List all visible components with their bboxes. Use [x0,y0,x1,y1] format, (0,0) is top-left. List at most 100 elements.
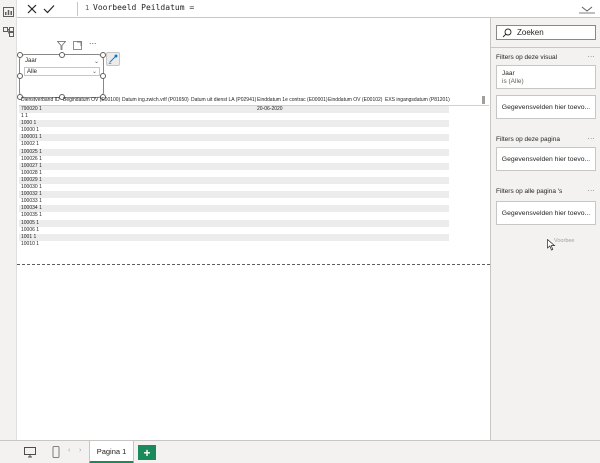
cell-dienstverband-id: 100025 1 [21,148,42,155]
chevron-down-icon[interactable]: ⌄ [94,58,99,65]
year-slicer[interactable]: Jaar ⌄ Alle ⌄ [17,52,106,100]
table-header: Dienstverband ID Begindatum OV (E00100) … [19,96,489,106]
commit-formula-icon[interactable] [42,2,56,16]
add-fields-visual[interactable]: Gegevensvelden hier toevo... [496,95,596,119]
filter-field-name: Jaar [502,70,515,77]
table-row[interactable]: 10005 1 [19,219,449,227]
cell-dienstverband-id: 100001 1 [21,134,42,141]
resize-handle[interactable] [17,52,23,58]
slicer-selected-value: Alle [27,69,38,75]
next-page-icon[interactable]: › [79,447,81,454]
resize-handle[interactable] [100,73,106,79]
section-title-page: Filters op deze pagina [496,136,560,143]
cell-dienstverband-id: 100029 1 [21,176,42,183]
visual-header: ... [57,36,107,50]
more-options-icon[interactable]: ... [89,36,97,46]
chevron-down-icon: ⌄ [91,69,97,75]
column-header[interactable]: Einddatum 1e contrac (E00001) [257,97,328,103]
report-view-icon[interactable] [3,7,14,17]
add-fields-label: Gegevensvelden hier toevo... [501,155,591,163]
cell-dienstverband-id: 10005 1 [21,219,40,226]
column-header[interactable]: Begindatum OV (E00100) [63,97,120,103]
filter-search-input[interactable]: Zoeken [496,25,596,40]
table-row[interactable]: 100033 1 [19,198,449,205]
table-body: 790020 1 20-06-2020 1 1 1000 1 10000 1 100001… [19,106,449,248]
resize-handle[interactable] [17,73,23,79]
add-fields-label: Gegevensvelden hier toevo... [501,209,591,217]
report-canvas[interactable]: ... Jaar ⌄ Alle ⌄ Dienstverband ID Begin… [17,18,490,440]
table-row[interactable]: 1001 1 [19,233,449,241]
search-icon [502,28,512,38]
table-row[interactable]: 790020 1 20-06-2020 [19,106,449,114]
slicer-dropdown[interactable]: Alle ⌄ [24,67,100,76]
drag-ghost-label: Voorbee [554,238,575,244]
resize-handle[interactable] [59,52,65,58]
table-row[interactable]: 100029 1 [19,176,449,185]
format-paintbrush-icon[interactable] [106,52,120,66]
cell-dienstverband-id: 10002 1 [21,141,40,148]
table-row[interactable]: 100027 1 [19,162,449,170]
slicer-title: Jaar [25,58,37,64]
filter-field-value: is (Alle) [502,78,524,85]
search-placeholder: Zoeken [517,28,544,37]
add-page-button[interactable]: + [138,445,156,460]
add-fields-label: Gegevensvelden hier toevo... [501,103,591,111]
column-header[interactable]: Dienstverband ID [21,97,60,103]
page-navigation-bar: ‹ › Pagina 1 + [0,440,600,463]
table-row[interactable]: 10000 1 [19,127,449,134]
more-options-icon[interactable]: ... [588,186,595,193]
column-header[interactable]: Einddatum OV (E00102) [328,97,382,103]
cell-dienstverband-id: 1 1 [21,113,28,120]
cell-dienstverband-id: 1000 1 [21,120,37,127]
more-options-icon[interactable]: ... [588,52,595,59]
cell-einddatum-contract: 20-06-2020 [257,106,283,112]
expand-formula-icon[interactable] [578,3,596,15]
cell-dienstverband-id: 1001 1 [21,233,37,240]
cell-dienstverband-id: 100033 1 [21,198,42,205]
previous-page-icon[interactable]: ‹ [68,447,70,454]
column-header[interactable]: Datum uit dienst LA (P02941) [191,97,256,103]
cell-dienstverband-id: 10006 1 [21,226,40,233]
table-scrollbar[interactable] [482,96,485,104]
table-row[interactable]: 1000 1 [19,120,449,128]
more-options-icon[interactable]: ... [588,134,595,141]
section-title-visual: Filters op deze visual [496,54,558,61]
cancel-formula-icon[interactable] [25,2,39,16]
cell-dienstverband-id: 10010 1 [21,240,40,247]
add-fields-page[interactable]: Gegevensvelden hier toevo... [496,147,596,171]
table-row[interactable]: 100001 1 [19,134,449,142]
table-row[interactable]: 100030 1 [19,184,449,191]
formula-input[interactable]: Voorbeeld Peildatum = [93,3,194,12]
table-row[interactable]: 100026 1 [19,156,449,163]
table-row[interactable]: 100025 1 [19,148,449,156]
model-view-icon[interactable] [3,27,14,37]
table-row[interactable]: 10006 1 [19,227,449,234]
column-header[interactable]: EXS ingangsdatum (P81201) [385,97,450,103]
filter-icon[interactable] [57,41,66,50]
column-header[interactable]: Datum ing.zwich.vrlf (P01650) [122,97,189,103]
phone-layout-icon[interactable] [50,446,62,458]
cell-dienstverband-id: 790020 1 [21,106,42,112]
cell-dienstverband-id: 100028 1 [21,169,42,176]
section-title-all-pages: Filters op alle pagina 's [496,188,563,195]
table-row[interactable]: 10010 1 [19,241,449,248]
table-row[interactable]: 100032 1 [19,191,449,199]
table-row[interactable]: 10002 1 [19,141,449,148]
add-fields-all-pages[interactable]: Gegevensvelden hier toevo... [496,201,596,225]
cell-dienstverband-id: 100030 1 [21,184,42,191]
cell-dienstverband-id: 100027 1 [21,162,42,169]
filter-card-jaar[interactable]: Jaar is (Alle) [496,65,596,89]
canvas-page-boundary [17,264,490,265]
formula-line-number: 1 [85,4,90,12]
table-row[interactable]: 100035 1 [19,212,449,219]
cell-dienstverband-id: 10000 1 [21,127,40,134]
tab-pagina-1[interactable]: Pagina 1 [89,441,134,463]
table-row[interactable]: 1 1 [19,113,449,120]
desktop-layout-icon[interactable] [24,446,36,458]
table-row[interactable]: 100028 1 [19,170,449,177]
left-rail [0,0,17,440]
cell-dienstverband-id: 100034 1 [21,205,42,212]
table-row[interactable]: 100034 1 [19,205,449,213]
data-table[interactable]: Dienstverband ID Begindatum OV (E00100) … [19,96,489,248]
focus-mode-icon[interactable] [73,41,82,50]
